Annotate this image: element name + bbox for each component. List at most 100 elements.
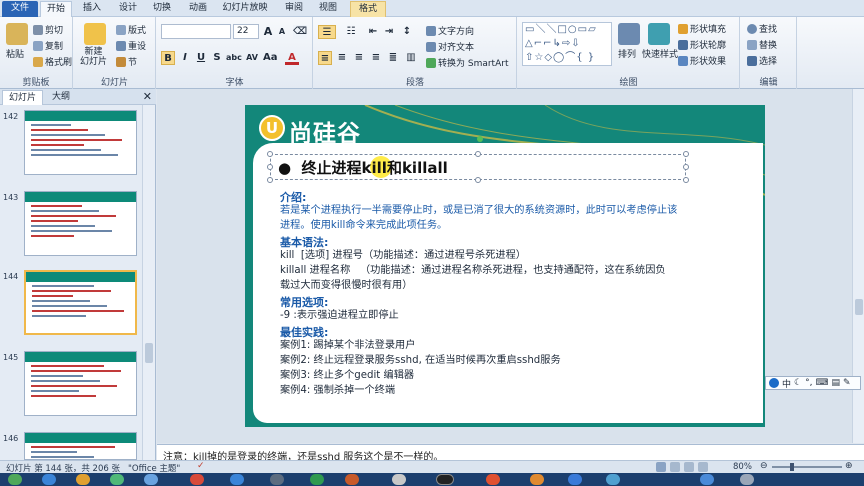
ime-language[interactable]: 中	[782, 377, 791, 390]
columns-button[interactable]: ▥	[404, 51, 418, 65]
shapes-gallery[interactable]: ▭＼＼□○▭▱ △⌐⌐↳⇨⇩ ⇧☆◇◯⌒{ }	[522, 22, 612, 66]
tab-2[interactable]: 插入	[78, 1, 106, 17]
slide-thumbnail[interactable]	[24, 110, 137, 175]
resize-handle[interactable]	[475, 177, 481, 183]
slideshow-view-icon[interactable]	[698, 462, 708, 472]
select-button[interactable]: 选择	[747, 54, 777, 67]
text-direction-button[interactable]: 文字方向	[426, 24, 474, 37]
align-right-button[interactable]: ≡	[352, 51, 366, 65]
tab-0[interactable]: 文件	[2, 1, 38, 17]
ime-wrench-icon[interactable]: ✎	[843, 378, 851, 388]
slide-thumbnail[interactable]	[24, 432, 137, 460]
section-button[interactable]: 节	[116, 55, 137, 68]
tab-3[interactable]: 设计	[114, 1, 142, 17]
tab-8[interactable]: 视图	[314, 1, 342, 17]
ime-toolbar[interactable]: 中 ☾ °, ⌨ ▤ ✎	[765, 376, 861, 390]
resize-handle[interactable]	[267, 177, 273, 183]
tab-outline[interactable]: 大纲	[46, 90, 76, 105]
font-size-box[interactable]: 22	[233, 24, 259, 39]
ime-menu-icon[interactable]: ▤	[831, 378, 840, 388]
taskbar-app-icon[interactable]	[144, 474, 158, 485]
find-button[interactable]: 查找	[747, 22, 777, 35]
shadow-button[interactable]: S	[210, 51, 224, 65]
copy-button[interactable]: 复制	[33, 39, 63, 52]
align-text-button[interactable]: 对齐文本	[426, 40, 474, 53]
change-case-button[interactable]: Aa	[263, 51, 278, 65]
taskbar-app-icon[interactable]	[486, 474, 500, 485]
tab-slides[interactable]: 幻灯片	[2, 90, 44, 105]
taskbar-app-icon[interactable]	[530, 474, 544, 485]
clear-format-button[interactable]: ⌫	[293, 25, 307, 39]
panel-scroll-thumb[interactable]	[145, 343, 153, 363]
paste-button[interactable]: 粘贴	[6, 47, 24, 60]
italic-button[interactable]: I	[178, 51, 192, 65]
taskbar-app-icon[interactable]	[345, 474, 359, 485]
resize-handle[interactable]	[683, 177, 689, 183]
panel-scrollbar[interactable]	[142, 105, 155, 460]
font-name-box[interactable]	[161, 24, 231, 39]
tray-icon[interactable]	[740, 474, 754, 485]
tab-6[interactable]: 幻灯片放映	[220, 1, 270, 17]
arrange-button[interactable]: 排列	[618, 47, 636, 60]
resize-handle[interactable]	[267, 164, 273, 170]
align-left-button[interactable]: ≡	[318, 51, 332, 65]
zoom-level[interactable]: 80%	[733, 462, 752, 472]
taskbar-app-icon[interactable]	[436, 474, 454, 485]
resize-handle[interactable]	[475, 151, 481, 157]
taskbar-app-icon[interactable]	[76, 474, 90, 485]
sorter-view-icon[interactable]	[670, 462, 680, 472]
increase-indent-button[interactable]: ⇥	[382, 25, 396, 39]
quick-styles-button[interactable]: 快速样式	[642, 47, 678, 60]
bold-button[interactable]: B	[161, 51, 175, 65]
shape-effects-button[interactable]: 形状效果	[678, 54, 726, 67]
close-panel-icon[interactable]: ✕	[143, 90, 152, 103]
tab-4[interactable]: 切换	[148, 1, 176, 17]
zoom-slider[interactable]	[772, 463, 842, 471]
numbering-button[interactable]: ☷	[342, 25, 360, 39]
bullets-button[interactable]: ☰	[318, 25, 336, 39]
new-slide-button[interactable]: 新建 幻灯片	[80, 47, 107, 67]
taskbar-app-icon[interactable]	[42, 474, 56, 485]
shape-fill-button[interactable]: 形状填充	[678, 22, 726, 35]
reset-button[interactable]: 重设	[116, 39, 146, 52]
taskbar-app-icon[interactable]	[310, 474, 324, 485]
start-button-icon[interactable]	[8, 474, 22, 485]
resize-handle[interactable]	[683, 164, 689, 170]
align-center-button[interactable]: ≡	[335, 51, 349, 65]
taskbar-app-icon[interactable]	[568, 474, 582, 485]
decrease-indent-button[interactable]: ⇤	[366, 25, 380, 39]
taskbar-app-icon[interactable]	[110, 474, 124, 485]
reading-view-icon[interactable]	[684, 462, 694, 472]
cut-button[interactable]: 剪切	[33, 23, 63, 36]
editor-scroll-thumb[interactable]	[855, 299, 863, 315]
font-color-button[interactable]: A	[285, 51, 299, 65]
replace-button[interactable]: 替换	[747, 38, 777, 51]
notes-pane[interactable]: 注意：kill掉的是登录的终端，还是sshd 服务这个是不一样的。	[157, 444, 864, 460]
spellcheck-icon[interactable]: ✓	[197, 461, 205, 471]
zoom-slider-thumb[interactable]	[790, 463, 794, 471]
normal-view-icon[interactable]	[656, 462, 666, 472]
grow-font-button[interactable]: A	[261, 25, 275, 39]
underline-button[interactable]: U	[194, 51, 208, 65]
slide-thumbnail[interactable]	[24, 191, 137, 256]
tab-7[interactable]: 审阅	[280, 1, 308, 17]
format-painter-button[interactable]: 格式刷	[33, 55, 72, 68]
slide-thumbnail[interactable]	[24, 351, 137, 416]
shape-outline-button[interactable]: 形状轮廓	[678, 38, 726, 51]
tray-icon[interactable]	[700, 474, 714, 485]
justify-button[interactable]: ≡	[369, 51, 383, 65]
layout-button[interactable]: 版式	[116, 23, 146, 36]
smartart-button[interactable]: 转换为 SmartArt	[426, 56, 508, 69]
taskbar-app-icon[interactable]	[230, 474, 244, 485]
zoom-in-icon[interactable]: ⊕	[845, 461, 853, 471]
line-spacing-button[interactable]: ↕	[400, 25, 414, 39]
tab-9[interactable]: 格式	[350, 1, 386, 17]
tab-5[interactable]: 动画	[184, 1, 212, 17]
taskbar-app-icon[interactable]	[190, 474, 204, 485]
tab-1[interactable]: 开始	[40, 1, 72, 17]
distribute-button[interactable]: ≣	[386, 51, 400, 65]
resize-handle[interactable]	[683, 151, 689, 157]
ime-keyboard-icon[interactable]: ⌨	[815, 378, 828, 388]
ime-moon-icon[interactable]: ☾	[794, 378, 802, 388]
rotate-handle[interactable]	[477, 136, 483, 142]
